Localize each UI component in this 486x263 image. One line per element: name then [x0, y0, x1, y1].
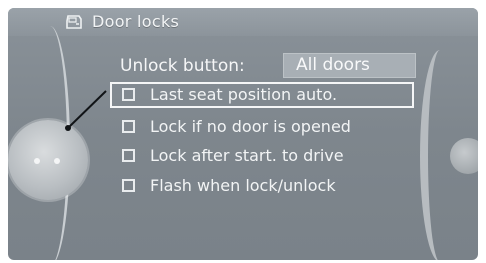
option-lock-if-no-door-opened[interactable]: Lock if no door is opened [116, 114, 351, 140]
option-last-seat-position[interactable]: Last seat position auto. [110, 82, 414, 108]
option-label: Last seat position auto. [150, 85, 338, 104]
option-flash-when-lock-unlock[interactable]: Flash when lock/unlock [116, 173, 336, 199]
idrive-screen: Door locks Unlock button: All doors Last… [8, 8, 478, 260]
option-label: Lock after start. to drive [150, 146, 344, 165]
unlock-button-value[interactable]: All doors [283, 53, 416, 78]
option-lock-after-start[interactable]: Lock after start. to drive [116, 143, 344, 169]
checkbox[interactable] [122, 149, 135, 162]
unlock-button-label: Unlock button: [120, 56, 245, 76]
option-label: Flash when lock/unlock [150, 176, 336, 195]
checkbox[interactable] [122, 179, 135, 192]
option-label: Lock if no door is opened [150, 117, 351, 136]
checkbox[interactable] [122, 120, 135, 133]
checkbox[interactable] [122, 88, 135, 101]
